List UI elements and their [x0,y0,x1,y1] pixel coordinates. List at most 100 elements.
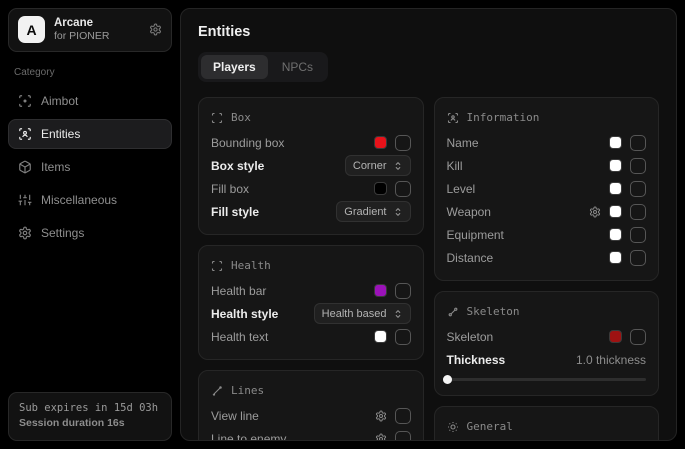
setting-row-line-to-enemy: Line to enemy [211,427,411,441]
gear-icon[interactable] [149,23,162,36]
setting-row-distance: Distance [447,246,647,269]
setting-row-kill: Kill [447,154,647,177]
scan-brackets-icon [211,260,223,272]
setting-row-health-bar: Health bar [211,279,411,302]
checkbox[interactable] [395,329,411,345]
health-style-dropdown[interactable]: Health based [314,303,411,324]
color-swatch[interactable] [609,136,622,149]
color-swatch[interactable] [374,136,387,149]
setting-row-weapon: Weapon [447,200,647,223]
gear-icon[interactable] [375,433,387,442]
color-swatch[interactable] [374,182,387,195]
checkbox[interactable] [630,204,646,220]
app-name: Arcane [54,16,140,30]
setting-row-skeleton: Skeleton [447,325,647,348]
chevrons-up-down-icon [393,309,403,319]
sub-expiry-text: Sub expires in 15d 03h [19,401,161,417]
main-panel: Entities Players NPCs Box Bounding box [180,8,677,441]
entity-scan-icon [447,112,459,124]
card-title: General [467,420,513,433]
color-swatch[interactable] [609,228,622,241]
thickness-slider[interactable] [447,374,647,384]
tab-players[interactable]: Players [201,55,268,79]
card-title: Lines [231,384,264,397]
sidebar-item-items[interactable]: Items [8,152,172,182]
slider-thumb[interactable] [443,375,452,384]
sidebar-item-label: Miscellaneous [41,193,117,207]
setting-row-health-text: Health text [211,325,411,348]
setting-row-fill-box: Fill box [211,177,411,200]
scan-brackets-icon [211,112,223,124]
chevrons-up-down-icon [393,207,403,217]
thickness-value: 1.0 thickness [576,353,646,367]
checkbox[interactable] [630,329,646,345]
setting-row-level: Level [447,177,647,200]
sidebar-item-label: Aimbot [41,94,78,108]
package-icon [18,160,32,174]
box-style-dropdown[interactable]: Corner [345,155,411,176]
checkbox[interactable] [395,283,411,299]
sun-icon [447,421,459,433]
sidebar-item-entities[interactable]: Entities [8,119,172,149]
checkbox[interactable] [630,181,646,197]
setting-row-bounding-box: Bounding box [211,131,411,154]
setting-row-equipment: Equipment [447,223,647,246]
session-duration-text: Session duration 16s [19,416,161,432]
card-title: Skeleton [467,305,520,318]
checkbox[interactable] [395,135,411,151]
sidebar-nav: Aimbot Entities Items Miscellaneous Sett… [8,86,172,248]
color-swatch[interactable] [609,159,622,172]
checkbox[interactable] [395,181,411,197]
checkbox[interactable] [395,408,411,424]
sidebar-item-miscellaneous[interactable]: Miscellaneous [8,185,172,215]
color-swatch[interactable] [374,330,387,343]
gear-icon [18,226,32,240]
subscription-card: Sub expires in 15d 03h Session duration … [8,392,172,442]
sidebar-item-aimbot[interactable]: Aimbot [8,86,172,116]
card-title: Information [467,111,540,124]
fill-style-dropdown[interactable]: Gradient [336,201,410,222]
gear-icon[interactable] [375,410,387,422]
sidebar-item-label: Settings [41,226,84,240]
setting-row-visibility-check: Visibility check [447,440,647,441]
app-logo: A [18,16,45,43]
sidebar-item-label: Items [41,160,70,174]
pencil-line-icon [211,385,223,397]
category-label: Category [14,67,166,78]
card-skeleton: Skeleton Skeleton Thickness 1.0 thicknes… [434,291,660,396]
card-general: General Visibility check Max distance 50… [434,406,660,441]
color-swatch[interactable] [374,284,387,297]
gear-icon[interactable] [589,206,601,218]
entity-scan-icon [18,127,32,141]
checkbox[interactable] [630,135,646,151]
sidebar-item-label: Entities [41,127,80,141]
sidebar: A Arcane for PIONER Category Aimbot Enti… [8,8,172,441]
color-swatch[interactable] [609,205,622,218]
app-subtitle: for PIONER [54,30,140,43]
card-title: Box [231,111,251,124]
checkbox[interactable] [630,250,646,266]
checkbox[interactable] [630,158,646,174]
card-information: Information Name Kill [434,97,660,281]
setting-row-view-line: View line [211,404,411,427]
sidebar-item-settings[interactable]: Settings [8,218,172,248]
color-swatch[interactable] [609,251,622,264]
card-box: Box Bounding box Box style Corner [198,97,424,235]
sliders-icon [18,193,32,207]
card-title: Health [231,259,271,272]
entity-tabs: Players NPCs [198,52,328,82]
setting-row-name: Name [447,131,647,154]
checkbox[interactable] [630,227,646,243]
checkbox[interactable] [395,431,411,442]
setting-row-box-style: Box style Corner [211,154,411,177]
tab-npcs[interactable]: NPCs [270,55,325,79]
crosshair-scan-icon [18,94,32,108]
setting-row-fill-style: Fill style Gradient [211,200,411,223]
setting-row-thickness: Thickness 1.0 thickness [447,348,647,371]
brand-card: A Arcane for PIONER [8,8,172,52]
color-swatch[interactable] [609,182,622,195]
color-swatch[interactable] [609,330,622,343]
card-health: Health Health bar Health style Health ba… [198,245,424,360]
page-title: Entities [198,24,659,40]
setting-row-health-style: Health style Health based [211,302,411,325]
